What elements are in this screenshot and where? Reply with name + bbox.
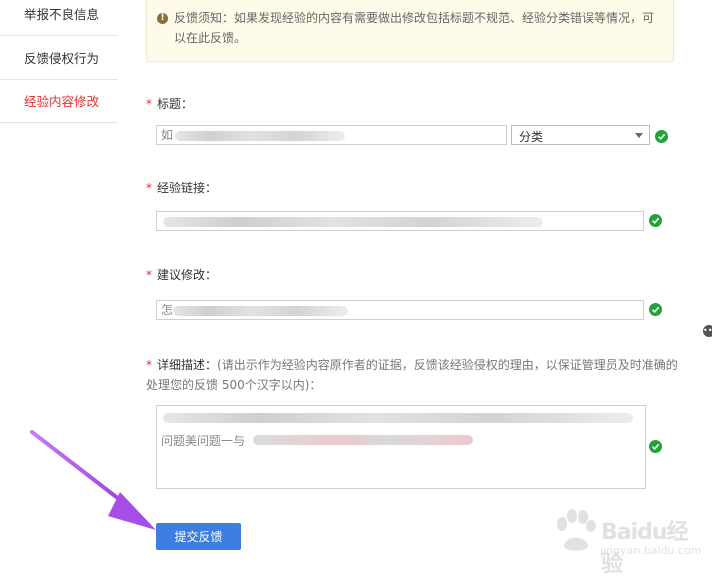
more-icon[interactable]: •••: [703, 325, 712, 337]
required-mark: *: [146, 358, 152, 372]
info-icon: !: [157, 13, 168, 24]
suggest-input[interactable]: 怎: [156, 300, 644, 320]
required-mark: *: [146, 97, 152, 111]
paw-icon: [557, 509, 596, 551]
category-select[interactable]: 分类: [511, 125, 650, 145]
check-circle-icon: [649, 303, 662, 316]
sidebar-item-label: 经验内容修改: [24, 94, 100, 109]
submit-button[interactable]: 提交反馈: [156, 523, 241, 550]
chevron-down-icon: [635, 133, 643, 138]
link-label: * 经验链接：: [146, 179, 217, 196]
sidebar-item-label: 反馈侵权行为: [24, 51, 100, 66]
title-label: * 标题：: [146, 95, 193, 112]
sidebar-item-infringement[interactable]: 反馈侵权行为: [0, 38, 118, 80]
detail-label: * 详细描述：(请出示作为经验内容原作者的证据，反馈该经验侵权的理由，以保证管理员…: [146, 355, 686, 395]
category-select-value: 分类: [519, 130, 544, 144]
sidebar-item-label: 举报不良信息: [24, 7, 100, 22]
redacted-text: [173, 306, 348, 316]
suggest-label: * 建议修改：: [146, 266, 217, 283]
required-mark: *: [146, 181, 152, 195]
arrow-icon: [30, 430, 156, 530]
sidebar: 举报不良信息 反馈侵权行为 经验内容修改: [0, 0, 118, 130]
redacted-text: [163, 217, 543, 227]
redacted-text: [175, 131, 345, 141]
title-input[interactable]: 如: [156, 125, 507, 145]
suggest-input-value: 怎: [161, 303, 174, 317]
required-mark: *: [146, 268, 152, 282]
watermark-url: jingyan.baidu.com: [600, 544, 702, 557]
check-circle-icon: [655, 130, 668, 143]
watermark: Baidu经验 jingyan.baidu.com: [548, 500, 708, 580]
sidebar-item-content-edit[interactable]: 经验内容修改: [0, 81, 118, 123]
detail-label-text: 详细描述：: [157, 358, 218, 372]
notice-text: 反馈须知：如果发现经验的内容有需要做出修改包括标题不规范、经验分类错误等情况，可…: [174, 11, 655, 45]
detail-textarea-line: 问题美问题一与: [161, 434, 246, 448]
notice-box: ! 反馈须知：如果发现经验的内容有需要做出修改包括标题不规范、经验分类错误等情况…: [146, 0, 674, 62]
check-circle-icon: [649, 440, 662, 453]
suggest-label-text: 建议修改：: [157, 268, 218, 282]
detail-hint: (请出示作为经验内容原作者的证据，反馈该经验侵权的理由，以保证管理员及时准确的处…: [146, 358, 678, 392]
redacted-text: [253, 435, 473, 445]
detail-textarea[interactable]: 问题美问题一与: [156, 405, 646, 489]
link-input[interactable]: [156, 211, 644, 231]
sidebar-item-report[interactable]: 举报不良信息: [0, 0, 118, 36]
title-input-value: 如: [161, 128, 174, 142]
link-label-text: 经验链接：: [157, 181, 218, 195]
title-label-text: 标题：: [157, 97, 194, 111]
redacted-text: [163, 413, 633, 423]
check-circle-icon: [649, 214, 662, 227]
